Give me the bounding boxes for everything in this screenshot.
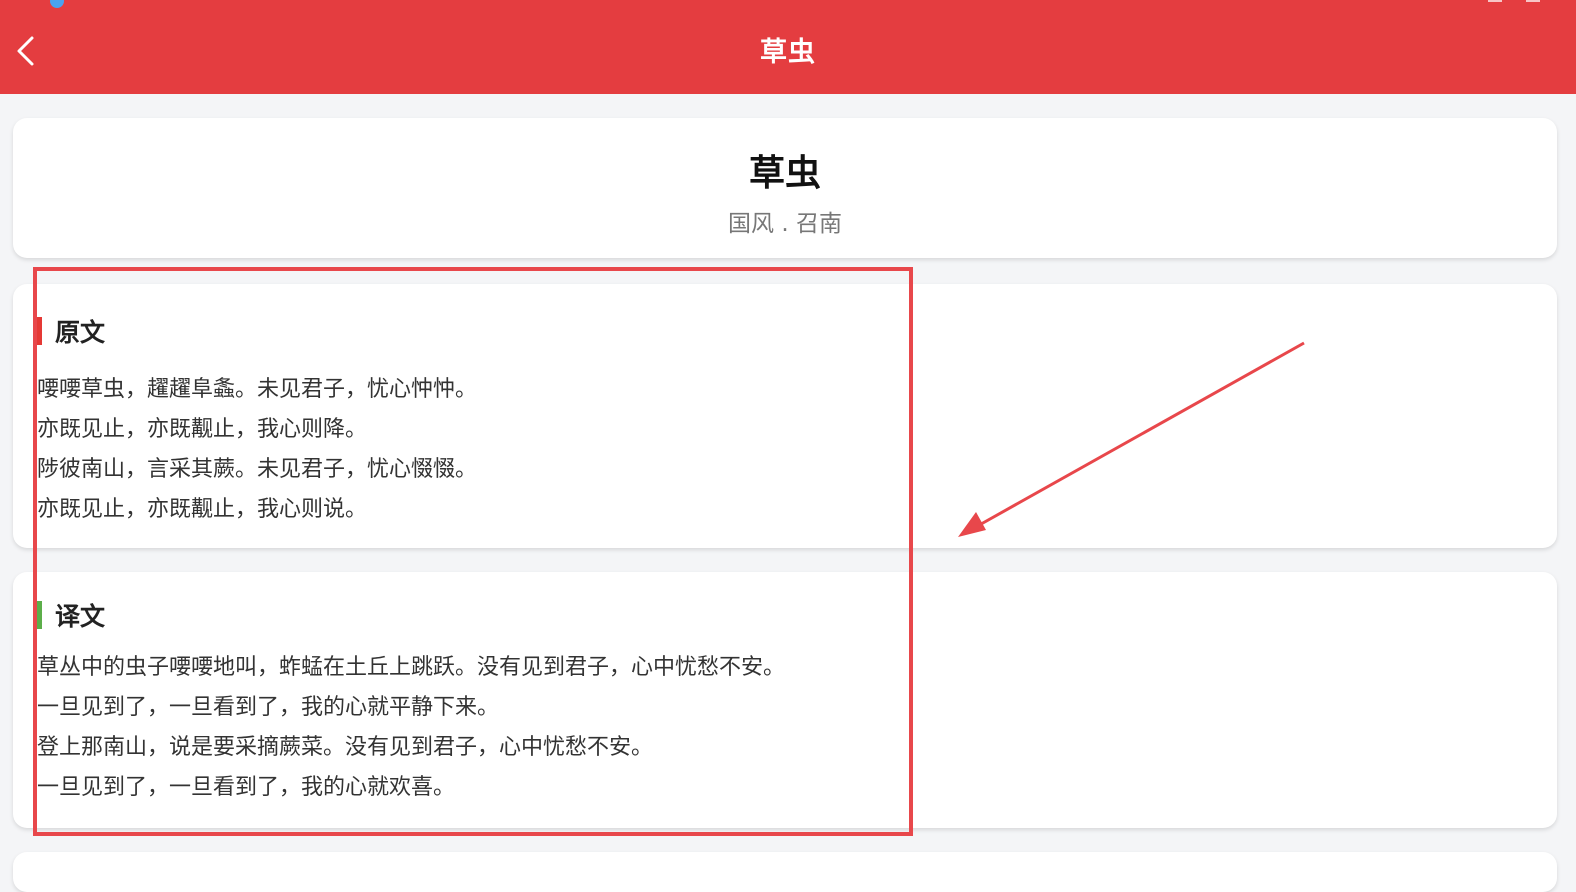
- original-line: 喓喓草虫，趯趯阜螽。未见君子，忧心忡忡。: [37, 377, 478, 402]
- status-icon: [1526, 0, 1540, 2]
- translation-line: 一旦见到了，一旦看到了，我的心就平静下来。: [37, 695, 500, 720]
- status-bar: [0, 0, 1576, 8]
- status-indicator-icon: [50, 0, 64, 8]
- translation-heading: 译文: [55, 602, 106, 631]
- original-section-header: 原文: [35, 316, 106, 347]
- next-card: [13, 852, 1557, 892]
- section-accent-bar: [35, 317, 42, 345]
- status-icon: [1488, 0, 1502, 2]
- original-heading: 原文: [55, 318, 106, 347]
- poem-title: 草虫: [748, 153, 821, 194]
- app-bar: 草虫: [0, 0, 1576, 94]
- original-text-card: 原文 喓喓草虫，趯趯阜螽。未见君子，忧心忡忡。 亦既见止，亦既觏止，我心则降。 …: [13, 284, 1557, 548]
- section-accent-bar: [35, 601, 42, 629]
- original-line: 陟彼南山，言采其蕨。未见君子，忧心惙惙。: [37, 457, 478, 482]
- original-line: 亦既见止，亦既觏止，我心则降。: [37, 417, 368, 442]
- translation-line: 草丛中的虫子喓喓地叫，蚱蜢在土丘上跳跃。没有见到君子，心中忧愁不安。: [37, 655, 786, 680]
- translation-line: 登上那南山，说是要采摘蕨菜。没有见到君子，心中忧愁不安。: [37, 735, 654, 760]
- original-lines: 喓喓草虫，趯趯阜螽。未见君子，忧心忡忡。 亦既见止，亦既觏止，我心则降。 陟彼南…: [37, 370, 477, 530]
- poem-source: 国风 . 召南: [728, 211, 842, 237]
- app-title: 草虫: [760, 37, 816, 68]
- translation-card: 译文 草丛中的虫子喓喓地叫，蚱蜢在土丘上跳跃。没有见到君子，心中忧愁不安。 一旦…: [13, 572, 1557, 828]
- original-line: 亦既见止，亦既觏止，我心则说。: [37, 497, 368, 522]
- poem-header-card: 草虫 国风 . 召南: [13, 118, 1557, 258]
- translation-section-header: 译文: [35, 600, 106, 631]
- translation-lines: 草丛中的虫子喓喓地叫，蚱蜢在土丘上跳跃。没有见到君子，心中忧愁不安。 一旦见到了…: [37, 648, 785, 808]
- translation-line: 一旦见到了，一旦看到了，我的心就欢喜。: [37, 775, 456, 800]
